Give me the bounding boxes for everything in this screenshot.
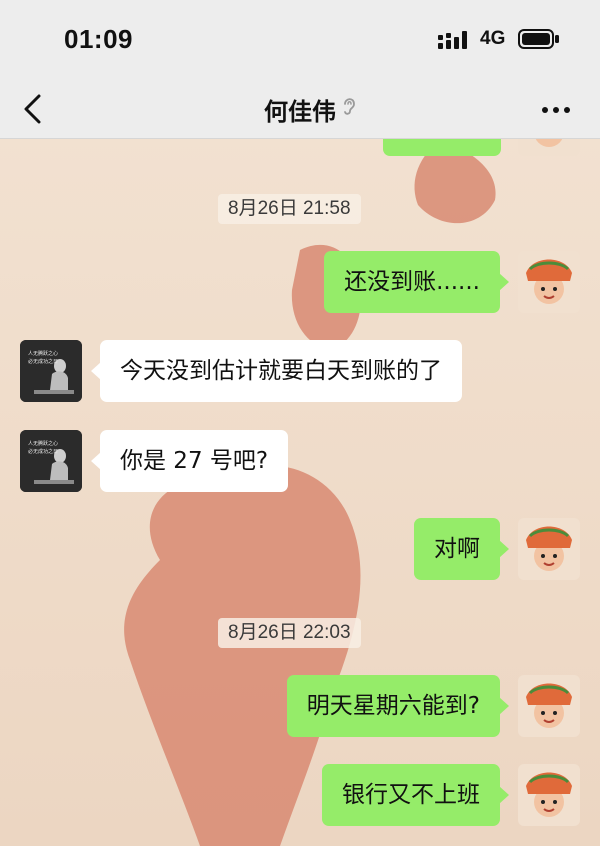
message-bubble-other[interactable]: 今天没到估计就要白天到账的了 [91,340,462,402]
message-bubble-self[interactable]: 对啊 [414,518,509,580]
avatar-self[interactable] [518,675,580,737]
status-time: 01:09 [64,24,133,54]
status-bar: 01:09 4G [0,0,600,80]
message-bubble-self[interactable]: 银行又不上班 [322,764,509,826]
signal-icon [438,31,467,49]
message-bubble-other[interactable]: 你是 27 号吧? [90,430,289,492]
timestamp: 8月26日 22:03 [218,618,361,648]
ear-icon [344,98,355,115]
message-bubble-self[interactable]: 还没到账...... [324,251,509,313]
chat-header: 何佳伟 [0,80,600,139]
avatar-other[interactable]: 人无腾跃之心 必无成功之日 [20,340,82,402]
avatar-self[interactable] [518,251,580,313]
avatar-caption: 人无腾跃之心 必无成功之日 [28,351,59,365]
avatar-caption: 人无腾跃之心 必无成功之日 [28,441,59,455]
more-options-icon[interactable] [541,106,571,114]
network-type: 4G [480,28,506,49]
avatar-other[interactable]: 人无腾跃之心 必无成功之日 [20,430,82,492]
chat-title: 何佳伟 [264,98,336,126]
battery-icon [518,29,559,49]
timestamp: 8月26日 21:58 [218,194,361,224]
avatar-self[interactable] [518,764,580,826]
avatar-self[interactable] [518,518,580,580]
message-bubble-self[interactable]: 明天星期六能到? [286,675,510,737]
